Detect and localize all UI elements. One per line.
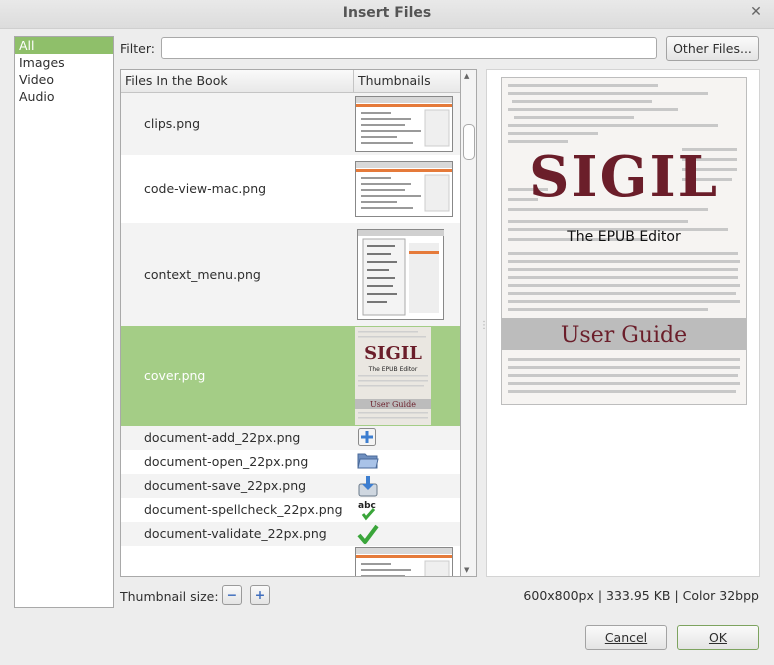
table-row[interactable]: document-spellcheck_22px.png abc — [121, 498, 460, 522]
scroll-up-arrow[interactable]: ▲ — [464, 72, 469, 80]
file-name: document-save_22px.png — [144, 478, 307, 493]
type-item-video[interactable]: Video — [15, 71, 113, 88]
other-files-button[interactable]: Other Files... — [666, 36, 759, 61]
cover-preview-image: SIGIL The EPUB Editor User Guide — [501, 77, 747, 405]
file-name: document-add_22px.png — [144, 430, 301, 445]
thumbnail-size-label: Thumbnail size: — [120, 589, 219, 604]
document-add-icon — [357, 427, 377, 450]
column-header-thumbnails[interactable]: Thumbnails — [354, 70, 431, 92]
table-row[interactable]: document-add_22px.png — [121, 426, 460, 450]
table-row[interactable]: document-open_22px.png — [121, 450, 460, 474]
table-row[interactable] — [121, 546, 460, 576]
ok-label: OK — [708, 630, 728, 645]
file-name: document-spellcheck_22px.png — [144, 502, 343, 517]
image-info: 600x800px | 333.95 KB | Color 32bpp — [523, 588, 759, 603]
scrollbar-thumb[interactable] — [463, 124, 475, 160]
type-item-all[interactable]: All — [15, 37, 113, 54]
close-icon[interactable]: ✕ — [748, 4, 764, 20]
table-row[interactable]: clips.png — [121, 93, 460, 155]
file-type-list[interactable]: All Images Video Audio — [14, 36, 114, 608]
cover-banner-text: User Guide — [561, 323, 687, 348]
column-header-files[interactable]: Files In the Book — [121, 70, 354, 92]
table-scrollbar[interactable]: ▲ ▼ — [461, 69, 477, 577]
table-row[interactable]: document-validate_22px.png — [121, 522, 460, 546]
filter-input[interactable] — [161, 37, 657, 59]
type-item-images[interactable]: Images — [15, 54, 113, 71]
table-row[interactable]: context_menu.png — [121, 223, 460, 326]
thumbnail-increase-button[interactable]: + — [250, 585, 270, 605]
image-preview: SIGIL The EPUB Editor User Guide — [486, 69, 760, 577]
screenshot-thumbnail — [355, 547, 453, 576]
file-name: cover.png — [144, 368, 206, 383]
document-save-icon — [357, 475, 379, 500]
type-item-audio[interactable]: Audio — [15, 88, 113, 105]
screenshot-thumbnail — [355, 96, 453, 155]
table-row[interactable]: document-save_22px.png — [121, 474, 460, 498]
file-name: context_menu.png — [144, 266, 261, 282]
spellcheck-icon: abc — [357, 499, 379, 524]
table-row[interactable]: code-view-mac.png — [121, 155, 460, 223]
files-table: Files In the Book Thumbnails clips.png co… — [120, 69, 461, 577]
table-rows: clips.png code-view-mac.png context_menu.p… — [121, 93, 460, 576]
filter-label: Filter: — [120, 41, 155, 56]
thumbnail-decrease-button[interactable]: − — [222, 585, 242, 605]
cancel-button[interactable]: Cancel — [585, 625, 667, 650]
file-name: document-open_22px.png — [144, 454, 309, 469]
svg-text:User Guide: User Guide — [370, 400, 416, 409]
cover-art: SIGIL The EPUB Editor User Guide — [502, 84, 746, 393]
scroll-down-arrow[interactable]: ▼ — [464, 566, 469, 574]
title-bar: Insert Files ✕ — [0, 0, 774, 29]
table-header: Files In the Book Thumbnails — [121, 70, 460, 93]
cover-thumbnail: SIGIL The EPUB Editor User Guide — [355, 327, 431, 428]
svg-text:The EPUB Editor: The EPUB Editor — [368, 366, 418, 373]
file-name: document-validate_22px.png — [144, 526, 327, 541]
svg-text:SIGIL: SIGIL — [364, 343, 422, 364]
cover-subtitle: The EPUB Editor — [566, 229, 681, 245]
screenshot-thumbnail — [355, 161, 453, 220]
file-name: clips.png — [144, 116, 201, 131]
menu-screenshot-thumbnail — [357, 228, 445, 324]
cancel-label: Cancel — [604, 630, 648, 645]
window-title: Insert Files — [342, 5, 432, 21]
file-name: code-view-mac.png — [144, 181, 267, 196]
ok-button[interactable]: OK — [677, 625, 759, 650]
table-row[interactable]: cover.png SIGIL The EPUB Editor User Guide — [121, 326, 460, 426]
folder-open-icon — [357, 451, 379, 474]
cover-title: SIGIL — [529, 144, 719, 210]
validate-check-icon — [357, 523, 379, 548]
